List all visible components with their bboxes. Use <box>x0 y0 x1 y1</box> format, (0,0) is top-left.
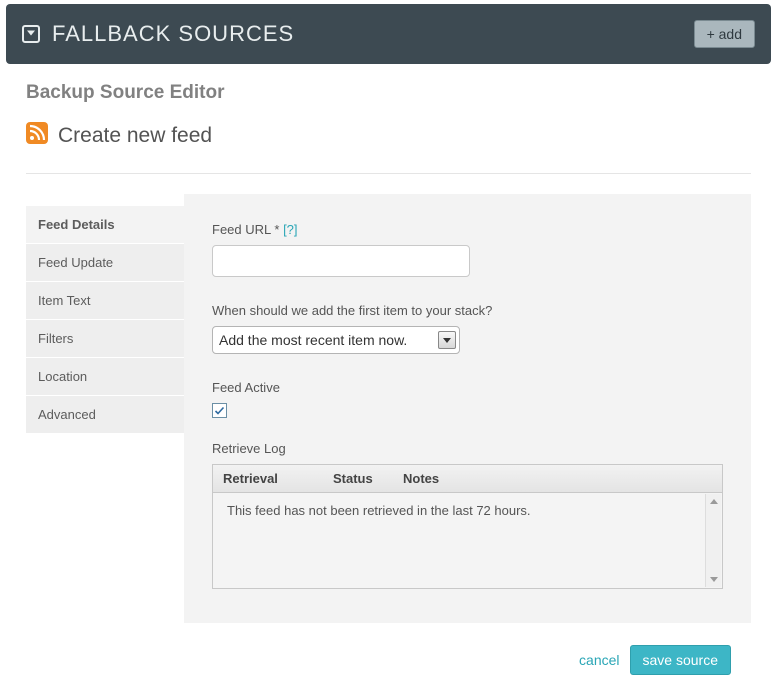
first-item-selected-value: Add the most recent item now. <box>219 332 438 348</box>
tab-filters[interactable]: Filters <box>26 320 184 358</box>
editor-subtitle: Create new feed <box>58 124 212 148</box>
first-item-select[interactable]: Add the most recent item now. <box>212 326 460 354</box>
log-empty-message: This feed has not been retrieved in the … <box>227 503 531 518</box>
log-scrollbar[interactable] <box>705 494 721 587</box>
tabs-list: Feed Details Feed Update Item Text Filte… <box>26 206 184 623</box>
feed-url-help-link[interactable]: [?] <box>283 222 297 237</box>
editor-title: Backup Source Editor <box>26 82 751 104</box>
cancel-button[interactable]: cancel <box>579 652 619 668</box>
tab-item-text[interactable]: Item Text <box>26 282 184 320</box>
header-bar: FALLBACK SOURCES + add <box>6 4 771 64</box>
form-panel: Feed URL * [?] When should we add the fi… <box>184 194 751 623</box>
scroll-up-icon[interactable] <box>706 494 721 509</box>
tab-feed-details[interactable]: Feed Details <box>26 206 184 244</box>
retrieve-log-label: Retrieve Log <box>212 441 723 456</box>
tab-location[interactable]: Location <box>26 358 184 396</box>
log-col-notes: Notes <box>403 471 712 486</box>
header-title: FALLBACK SOURCES <box>52 21 294 47</box>
chevron-down-icon <box>438 331 456 349</box>
feed-url-input[interactable] <box>212 245 470 277</box>
rss-icon <box>26 122 48 149</box>
log-col-retrieval: Retrieval <box>223 471 333 486</box>
tab-feed-update[interactable]: Feed Update <box>26 244 184 282</box>
retrieve-log-table: Retrieval Status Notes This feed has not… <box>212 464 723 589</box>
log-col-status: Status <box>333 471 403 486</box>
scroll-down-icon[interactable] <box>706 572 721 587</box>
first-item-label: When should we add the first item to you… <box>212 303 723 318</box>
dropdown-box-icon <box>22 25 40 43</box>
feed-active-checkbox[interactable] <box>212 403 227 418</box>
divider <box>26 173 751 174</box>
feed-url-label: Feed URL * [?] <box>212 222 723 237</box>
feed-active-label: Feed Active <box>212 380 723 395</box>
tab-advanced[interactable]: Advanced <box>26 396 184 434</box>
check-icon <box>214 405 225 416</box>
save-source-button[interactable]: save source <box>630 645 731 675</box>
add-button[interactable]: + add <box>694 20 755 48</box>
